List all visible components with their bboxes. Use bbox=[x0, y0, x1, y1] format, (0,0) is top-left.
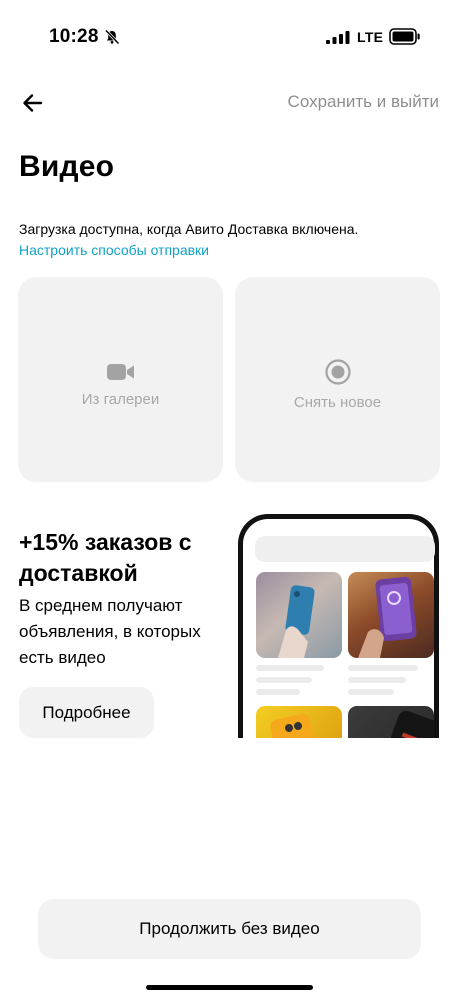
phone-text-line bbox=[348, 665, 418, 671]
phone-listing-image bbox=[348, 706, 434, 738]
setup-shipping-link[interactable]: Настроить способы отправки bbox=[19, 242, 209, 258]
save-and-exit-button[interactable]: Сохранить и выйти bbox=[288, 92, 439, 112]
status-bar: 10:28 LTE bbox=[0, 0, 459, 72]
arrow-left-icon bbox=[23, 94, 43, 112]
promo-description: В среднем получают объявления, в которых… bbox=[19, 596, 201, 667]
home-indicator bbox=[146, 985, 313, 990]
video-camera-icon bbox=[106, 364, 134, 380]
learn-more-button[interactable]: Подробнее bbox=[19, 687, 154, 738]
status-time: 10:28 bbox=[49, 26, 99, 47]
phone-frame bbox=[238, 514, 439, 738]
phone-text-line bbox=[256, 689, 300, 695]
back-button[interactable] bbox=[18, 88, 48, 118]
upload-from-gallery-button[interactable]: Из галереи bbox=[18, 277, 223, 482]
phone-listing-image bbox=[348, 572, 434, 658]
battery-icon bbox=[389, 28, 420, 45]
page-title: Видео bbox=[19, 150, 115, 183]
delivery-notice: Загрузка доступна, когда Авито Доставка … bbox=[19, 221, 359, 237]
record-new-video-label: Снять новое bbox=[293, 394, 382, 411]
phone-text-line bbox=[256, 677, 312, 683]
record-icon bbox=[324, 359, 351, 385]
continue-without-video-button[interactable]: Продолжить без видео bbox=[38, 899, 421, 959]
phone-text-line bbox=[348, 677, 406, 683]
phone-illustration bbox=[238, 514, 439, 738]
record-new-video-button[interactable]: Снять новое bbox=[235, 277, 440, 482]
phone-listing-image bbox=[256, 572, 342, 658]
signal-icon bbox=[326, 31, 350, 44]
promo-title: +15% заказов с доставкой bbox=[19, 529, 192, 586]
phone-text-line bbox=[256, 665, 324, 671]
phone-text-line bbox=[348, 689, 394, 695]
phone-listing-image bbox=[256, 706, 342, 738]
network-label: LTE bbox=[357, 29, 384, 45]
phone-search-bar bbox=[255, 536, 435, 562]
upload-from-gallery-label: Из галереи bbox=[81, 391, 160, 408]
bell-slash-icon bbox=[104, 29, 120, 45]
